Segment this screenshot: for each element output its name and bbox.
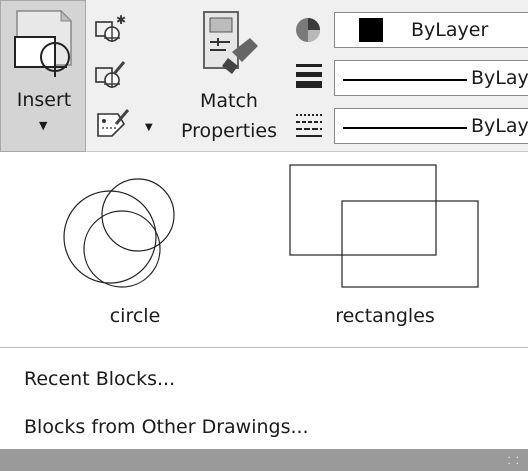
linetype-value: ByLay — [471, 115, 528, 137]
insert-label: Insert — [16, 89, 72, 111]
other-drawings-menu-item[interactable]: Blocks from Other Drawings... — [24, 416, 309, 438]
properties-label: Properties — [180, 120, 278, 142]
linetype-dropdown[interactable]: ByLay — [334, 108, 528, 144]
gallery-item-rectangles[interactable] — [288, 163, 488, 297]
lineweight-icon — [294, 62, 324, 94]
gallery-item-label: circle — [109, 305, 161, 327]
match-label: Match — [200, 90, 258, 112]
edit-block-icon[interactable] — [94, 60, 128, 94]
color-wheel-icon — [294, 16, 322, 48]
chevron-down-icon[interactable]: ▼ — [145, 122, 153, 133]
circle-block-thumbnail — [63, 178, 175, 288]
color-swatch — [359, 18, 383, 42]
recent-blocks-menu-item[interactable]: Recent Blocks... — [24, 368, 175, 390]
edit-attributes-icon[interactable] — [94, 108, 130, 142]
chevron-down-icon[interactable]: ▼ — [39, 119, 47, 132]
insert-block-icon — [14, 9, 73, 77]
match-properties-button[interactable]: Match Properties — [170, 0, 288, 152]
color-dropdown[interactable]: ByLayer — [334, 12, 528, 48]
resize-grip-icon[interactable]: . .. . — [507, 451, 520, 467]
lineweight-dropdown[interactable]: ByLay — [334, 60, 528, 96]
gallery-item-label: rectangles — [335, 305, 435, 327]
status-bar: . .. . — [0, 449, 528, 471]
color-value: ByLayer — [411, 19, 489, 41]
gallery-item-circle[interactable] — [56, 161, 186, 295]
match-properties-icon — [203, 11, 258, 74]
create-block-icon[interactable]: ✱ — [94, 13, 128, 48]
lineweight-value: ByLay — [471, 67, 528, 89]
svg-text:✱: ✱ — [116, 14, 126, 27]
rectangles-block-thumbnail — [289, 164, 479, 288]
linetype-sample — [343, 127, 467, 129]
insert-button[interactable]: Insert ▼ — [0, 0, 86, 152]
linetype-icon — [294, 110, 324, 144]
block-gallery: circle rectangles — [0, 153, 528, 347]
lineweight-sample — [343, 79, 467, 81]
ribbon-panel: Insert ▼ ✱ ▼ Match Properties ByLayer By… — [0, 0, 528, 152]
divider — [0, 347, 528, 348]
